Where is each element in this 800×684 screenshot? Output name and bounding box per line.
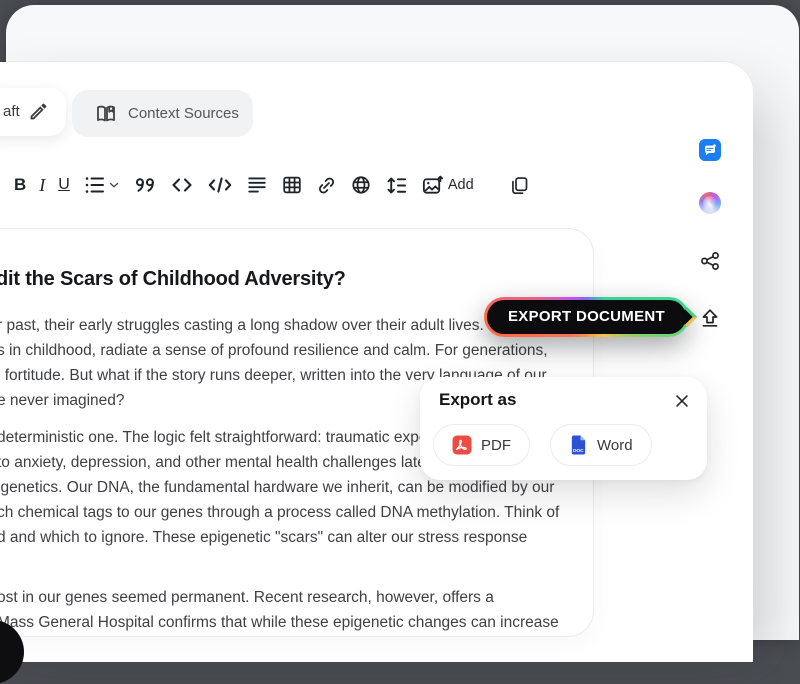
italic-icon: I	[39, 175, 45, 196]
chat-bubble-icon	[702, 142, 718, 158]
export-tooltip-label: EXPORT DOCUMENT	[487, 300, 686, 334]
export-tooltip: EXPORT DOCUMENT	[484, 297, 689, 337]
export-upload-icon	[698, 306, 722, 330]
copy-button[interactable]	[509, 172, 530, 198]
doc-text-line: r past, their early struggles casting a …	[0, 313, 548, 338]
bold-button[interactable]: B	[14, 172, 26, 198]
tab-draft-label: aft	[3, 103, 20, 120]
quote-icon	[134, 174, 157, 197]
export-document-button[interactable]	[698, 306, 722, 330]
close-button[interactable]	[673, 392, 691, 410]
export-popup-title: Export as	[439, 390, 516, 410]
export-options: PDF DOC Word	[433, 424, 652, 466]
image-icon	[421, 174, 444, 197]
globe-icon	[350, 174, 372, 196]
underline-icon: U	[58, 176, 70, 194]
inline-code-button[interactable]	[170, 172, 194, 198]
globe-button[interactable]	[350, 172, 372, 198]
close-icon	[673, 392, 691, 410]
share-button[interactable]	[698, 249, 722, 273]
export-word-label: Word	[597, 437, 633, 454]
copy-icon	[509, 175, 530, 196]
code-block-button[interactable]	[207, 172, 233, 198]
pdf-file-icon	[452, 435, 472, 455]
bullet-list-icon	[83, 173, 107, 197]
line-spacing-button[interactable]	[385, 172, 408, 198]
link-icon	[316, 175, 337, 196]
chevron-down-icon	[107, 178, 121, 192]
export-popup: Export as PDF	[420, 377, 707, 480]
tab-context-sources[interactable]: Context Sources	[72, 90, 253, 137]
ai-assistant-button[interactable]	[699, 192, 721, 214]
table-icon	[281, 174, 303, 196]
tab-draft[interactable]: aft	[0, 88, 66, 136]
chat-button[interactable]	[699, 139, 721, 161]
doc-text-line: Mass General Hospital confirms that whil…	[0, 610, 559, 635]
export-pdf-label: PDF	[481, 437, 511, 454]
add-image-label: Add	[448, 177, 474, 193]
code-block-icon	[207, 173, 233, 197]
doc-text-line: s in childhood, radiate a sense of profo…	[0, 338, 548, 363]
bullet-list-button[interactable]	[83, 172, 121, 198]
code-icon	[170, 173, 194, 197]
document-heading: dit the Scars of Childhood Adversity?	[0, 268, 346, 291]
link-button[interactable]	[316, 172, 337, 198]
align-left-icon	[246, 174, 268, 196]
table-button[interactable]	[281, 172, 303, 198]
tab-context-sources-label: Context Sources	[128, 105, 239, 122]
ai-swirl-icon	[703, 196, 717, 210]
export-pdf-button[interactable]: PDF	[433, 424, 530, 466]
align-button[interactable]	[246, 172, 268, 198]
italic-button[interactable]: I	[39, 172, 45, 198]
export-word-button[interactable]: DOC Word	[550, 424, 652, 466]
bold-icon: B	[14, 175, 26, 195]
book-icon	[94, 102, 118, 126]
underline-button[interactable]: U	[58, 172, 70, 198]
svg-text:DOC: DOC	[573, 448, 584, 454]
blockquote-button[interactable]	[134, 172, 157, 198]
app-window: aft Context Sources B I U	[0, 0, 800, 640]
doc-text-line: ch chemical tags to our genes through a …	[0, 500, 559, 525]
paragraph: ost in our genes seemed permanent. Recen…	[0, 585, 559, 635]
word-file-icon: DOC	[569, 434, 588, 456]
line-spacing-icon	[385, 174, 408, 197]
doc-text-line: d and which to ignore. These epigenetic …	[0, 525, 559, 550]
doc-text-line: ost in our genes seemed permanent. Recen…	[0, 585, 559, 610]
share-icon	[698, 249, 722, 273]
add-image-button[interactable]: Add	[421, 172, 474, 198]
formatting-toolbar: B I U	[14, 171, 530, 199]
